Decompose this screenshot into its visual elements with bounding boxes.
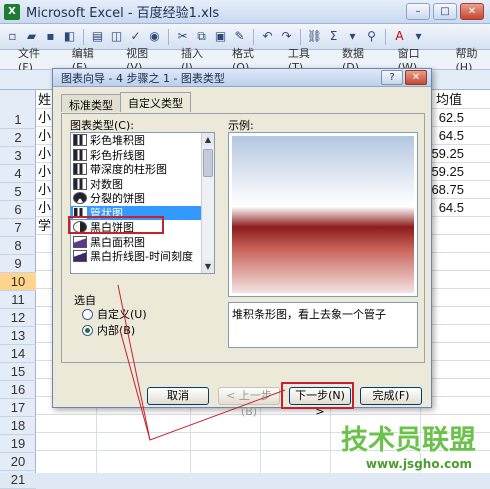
tab-custom-types[interactable]: 自定义类型 bbox=[120, 92, 191, 112]
watermark-url: www.jsgho.com bbox=[366, 457, 472, 471]
annotation-arrows bbox=[0, 0, 490, 473]
annotation-line bbox=[120, 330, 150, 440]
watermark-logo: 技术员联盟 bbox=[341, 418, 476, 457]
row-number[interactable]: 21 bbox=[0, 471, 36, 489]
annotation-line bbox=[118, 285, 285, 440]
